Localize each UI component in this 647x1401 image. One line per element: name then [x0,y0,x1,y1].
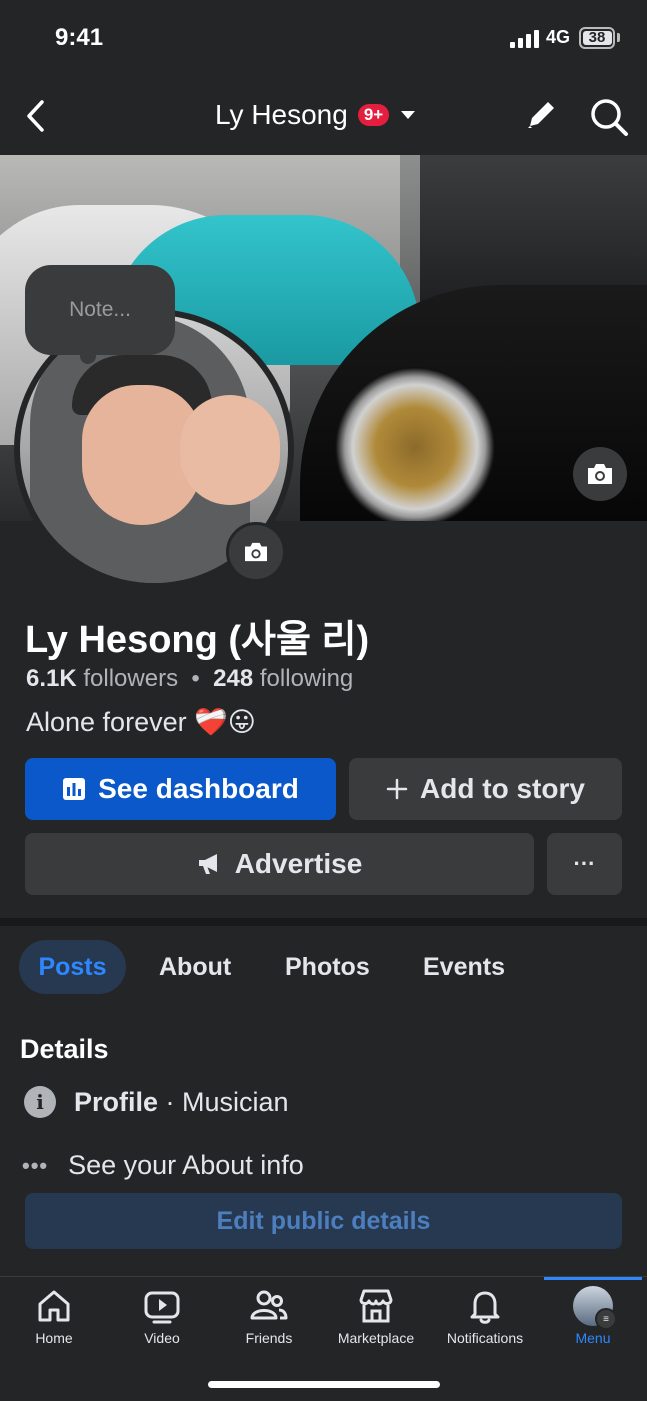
nav-notifications-label: Notifications [446,1330,524,1346]
pencil-icon [528,102,554,128]
about-info-row[interactable]: ••• See your About info [22,1150,304,1181]
notification-badge: 9+ [357,104,390,126]
details-heading: Details [20,1034,109,1064]
bell-icon [470,1291,500,1324]
marketplace-icon [359,1289,393,1323]
nav-home-label: Home [35,1330,73,1346]
dashboard-label: See dashboard [98,773,299,804]
edit-cover-button[interactable] [573,447,627,501]
camera-icon [245,542,267,562]
info-icon: i [24,1086,56,1118]
following-label: following [259,665,354,692]
menu-avatar-icon: ≡ [573,1286,617,1330]
nav-notifications[interactable]: Notifications [431,1286,539,1356]
home-icon [38,1290,70,1322]
nav-marketplace-label: Marketplace [337,1330,415,1346]
nav-home[interactable]: Home [0,1286,108,1356]
nav-menu[interactable]: ≡ Menu [539,1286,647,1356]
battery-icon: 38 [579,27,615,49]
network-type: 4G [546,27,571,47]
search-button[interactable] [588,96,630,138]
chevron-down-icon [401,111,416,119]
profile-label: Profile [74,1086,159,1117]
active-tab-indicator [544,1277,642,1280]
nav-video-label: Video [144,1330,180,1346]
profile-name: Ly Hesong (사울 리) [25,619,370,661]
chevron-left-icon [27,100,44,132]
follow-stats[interactable]: 6.1K followers • 248 following [26,665,353,693]
battery-tip [617,33,620,42]
edit-profile-button[interactable] [522,96,560,134]
friends-icon [250,1290,288,1320]
dashboard-icon [63,778,86,800]
profile-type-row: i Profile · Musician [24,1086,289,1118]
advertise-button[interactable]: Advertise [25,833,534,895]
nav-menu-label: Menu [575,1330,611,1346]
edit-public-details-button[interactable]: Edit public details [25,1193,622,1249]
tab-posts[interactable]: Posts [19,940,126,994]
about-info-label: See your About info [68,1150,304,1180]
more-dots-icon: ••• [22,1152,49,1178]
more-options-button[interactable]: ··· [547,833,622,895]
megaphone-icon [198,854,217,874]
header-title: Ly Hesong [215,99,348,130]
more-dots-icon: ··· [573,851,596,876]
hamburger-icon: ≡ [595,1308,617,1330]
tab-photos[interactable]: Photos [285,940,370,994]
stats-separator: • [191,665,200,692]
nav-video[interactable]: Video [108,1286,216,1356]
following-count: 248 [213,665,254,692]
profile-switcher[interactable]: Ly Hesong 9+ [215,99,416,131]
status-time: 9:41 [55,24,104,51]
section-divider [0,918,647,926]
plus-icon [386,778,408,800]
profile-bio: Alone forever ❤️‍🩹😛 [26,707,256,737]
home-indicator [208,1381,440,1388]
video-icon [144,1291,180,1324]
followers-count: 6.1K [26,665,77,692]
nav-friends[interactable]: Friends [215,1286,323,1356]
camera-icon [588,464,612,484]
nav-marketplace[interactable]: Marketplace [322,1286,430,1356]
note-placeholder: Note... [69,298,131,321]
tab-about[interactable]: About [159,940,231,994]
back-button[interactable] [22,98,52,134]
battery-level: 38 [588,29,606,46]
note-bubble[interactable]: Note... [25,265,175,355]
advertise-label: Advertise [234,848,363,879]
signal-icon [510,30,539,48]
story-label: Add to story [420,773,585,804]
nav-friends-label: Friends [245,1330,293,1346]
edit-avatar-button[interactable] [226,522,286,582]
profile-type: · Musician [165,1086,289,1117]
tab-events[interactable]: Events [423,940,505,994]
add-to-story-button[interactable]: Add to story [349,758,622,820]
search-icon [591,99,628,136]
see-dashboard-button[interactable]: See dashboard [25,758,336,820]
followers-label: followers [83,665,179,692]
